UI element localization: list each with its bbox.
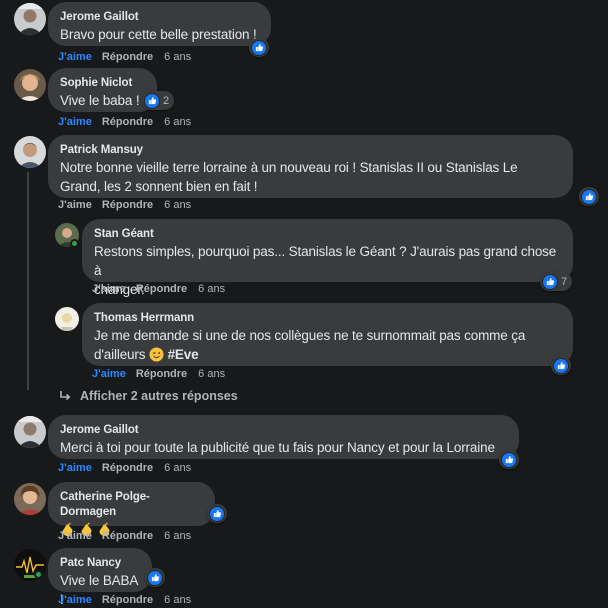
like-icon xyxy=(251,39,267,56)
comment-text-line2-wrap: d'ailleurs #Eve xyxy=(94,345,561,364)
comment-bubble: Stan Géant Restons simples, pourquoi pas… xyxy=(82,219,573,297)
comment-time[interactable]: 6 ans xyxy=(164,530,191,543)
reply-link[interactable]: Répondre xyxy=(102,594,153,607)
reaction-badge[interactable] xyxy=(145,568,165,587)
reply-link[interactable]: Répondre xyxy=(102,530,153,543)
comment-author[interactable]: Patrick Mansuy xyxy=(60,143,561,158)
hashtag-link[interactable]: #Eve xyxy=(168,347,199,362)
reply-arrow-icon xyxy=(60,391,71,401)
reaction-badge[interactable]: 7 xyxy=(540,272,573,291)
comment: Jerome Gaillot Bravo pour cette belle pr… xyxy=(0,0,608,70)
like-link[interactable]: J'aime xyxy=(92,283,126,296)
comment-text: Vive le baba ! xyxy=(60,93,140,108)
like-link[interactable]: J'aime xyxy=(58,594,92,607)
comment-bubble: Jerome Gaillot Merci à toi pour toute la… xyxy=(48,415,519,459)
comment-bubble: Patrick Mansuy Notre bonne vieille terre… xyxy=(48,135,573,198)
comment: Sophie Niclot Vive le baba ! 2 J'aime Rép… xyxy=(0,66,608,132)
like-link[interactable]: J'aime xyxy=(92,368,126,381)
comment-bubble: Catherine Polge-Dormagen xyxy=(48,482,215,537)
comment-text-line2: d'ailleurs xyxy=(94,347,146,362)
reaction-badge[interactable] xyxy=(249,38,269,57)
comment-text-line1: Je me demande si une de nos collègues ne… xyxy=(94,328,526,343)
comment-bubble: Jerome Gaillot Bravo pour cette belle pr… xyxy=(48,2,271,46)
reaction-badge[interactable] xyxy=(579,187,599,206)
online-status-icon xyxy=(34,570,43,579)
reply-link[interactable]: Répondre xyxy=(136,283,187,296)
comment-actions: J'aime Répondre 6 ans xyxy=(58,51,191,64)
comment-time[interactable]: 6 ans xyxy=(164,199,191,212)
comment-bubble: Thomas Herrmann Je me demande si une de … xyxy=(82,303,573,366)
reply-link[interactable]: Répondre xyxy=(102,116,153,129)
comment-author[interactable]: Stan Géant xyxy=(94,227,561,242)
like-icon xyxy=(144,92,160,109)
reply-link[interactable]: Répondre xyxy=(102,199,153,212)
comment-time[interactable]: 6 ans xyxy=(164,116,191,129)
avatar[interactable] xyxy=(14,136,46,168)
comment-actions: J'aime Répondre 6 ans xyxy=(58,462,191,475)
comment-time[interactable]: 6 ans xyxy=(198,283,225,296)
comment-bubble: Patc Nancy Vive le BABA ! xyxy=(48,548,152,607)
comment-text-line2: Grand, les 2 sonnent bien en fait ! xyxy=(60,179,258,194)
like-link[interactable]: J'aime xyxy=(58,530,92,543)
reaction-badge[interactable] xyxy=(551,356,571,375)
comment: Catherine Polge-Dormagen J'aime Répondre 6… xyxy=(0,480,608,546)
like-icon xyxy=(501,451,517,468)
avatar[interactable] xyxy=(14,3,46,35)
like-link[interactable]: J'aime xyxy=(58,462,92,475)
reply-comment: Thomas Herrmann Je me demande si une de … xyxy=(0,301,608,383)
comment-actions: J'aime Répondre 6 ans xyxy=(92,283,225,296)
avatar[interactable] xyxy=(14,69,46,101)
reaction-badge[interactable] xyxy=(207,504,227,523)
comment-actions: J'aime Répondre 6 ans xyxy=(92,368,225,381)
like-link[interactable]: J'aime xyxy=(58,51,92,64)
comment: Jerome Gaillot Merci à toi pour toute la… xyxy=(0,413,608,483)
comment-time[interactable]: 6 ans xyxy=(164,462,191,475)
comment-text-line1: Notre bonne vieille terre lorraine à un … xyxy=(60,160,518,175)
reply-comment: Stan Géant Restons simples, pourquoi pas… xyxy=(0,217,608,297)
like-icon xyxy=(147,569,163,586)
comment-time[interactable]: 6 ans xyxy=(164,594,191,607)
like-icon xyxy=(542,273,558,290)
show-more-replies-link[interactable]: Afficher 2 autres réponses xyxy=(58,389,238,403)
comment: Patrick Mansuy Notre bonne vieille terre… xyxy=(0,133,608,213)
comment-text: Bravo pour cette belle prestation ! xyxy=(60,27,257,42)
wink-emoji-icon xyxy=(149,347,164,362)
like-icon xyxy=(581,188,597,205)
comment-bubble: Sophie Niclot Vive le baba ! xyxy=(48,68,157,112)
comment-author[interactable]: Catherine Polge-Dormagen xyxy=(60,490,203,520)
comment-actions: J'aime Répondre 6 ans xyxy=(58,594,191,607)
comment-author[interactable]: Sophie Niclot xyxy=(60,76,145,91)
reaction-count: 7 xyxy=(561,275,568,288)
reply-link[interactable]: Répondre xyxy=(136,368,187,381)
comment-actions: J'aime Répondre 6 ans xyxy=(58,199,191,212)
show-more-replies-label: Afficher 2 autres réponses xyxy=(80,389,238,403)
avatar[interactable] xyxy=(55,307,79,331)
comment-author[interactable]: Thomas Herrmann xyxy=(94,311,561,326)
reply-link[interactable]: Répondre xyxy=(102,462,153,475)
comment-time[interactable]: 6 ans xyxy=(164,51,191,64)
reply-link[interactable]: Répondre xyxy=(102,51,153,64)
comment-time[interactable]: 6 ans xyxy=(198,368,225,381)
avatar[interactable] xyxy=(14,483,46,515)
comment-text: Merci à toi pour toute la publicité que … xyxy=(60,440,495,455)
avatar[interactable] xyxy=(14,416,46,448)
like-link[interactable]: J'aime xyxy=(58,199,92,212)
comment-text-line1: Restons simples, pourquoi pas... Stanisl… xyxy=(94,244,557,278)
comment-author[interactable]: Jerome Gaillot xyxy=(60,423,507,438)
comment-actions: J'aime Répondre 6 ans xyxy=(58,530,191,543)
comment-actions: J'aime Répondre 6 ans xyxy=(58,116,191,129)
reaction-count: 2 xyxy=(163,94,170,107)
online-status-icon xyxy=(70,239,79,248)
comment-author[interactable]: Jerome Gaillot xyxy=(60,10,259,25)
like-icon xyxy=(209,505,225,522)
comment: Patc Nancy Vive le BABA ! J'aime Répondre… xyxy=(0,546,608,608)
reaction-badge[interactable]: 2 xyxy=(142,91,175,110)
reaction-badge[interactable] xyxy=(499,450,519,469)
comment-author[interactable]: Patc Nancy xyxy=(60,556,140,571)
like-link[interactable]: J'aime xyxy=(58,116,92,129)
like-icon xyxy=(553,357,569,374)
